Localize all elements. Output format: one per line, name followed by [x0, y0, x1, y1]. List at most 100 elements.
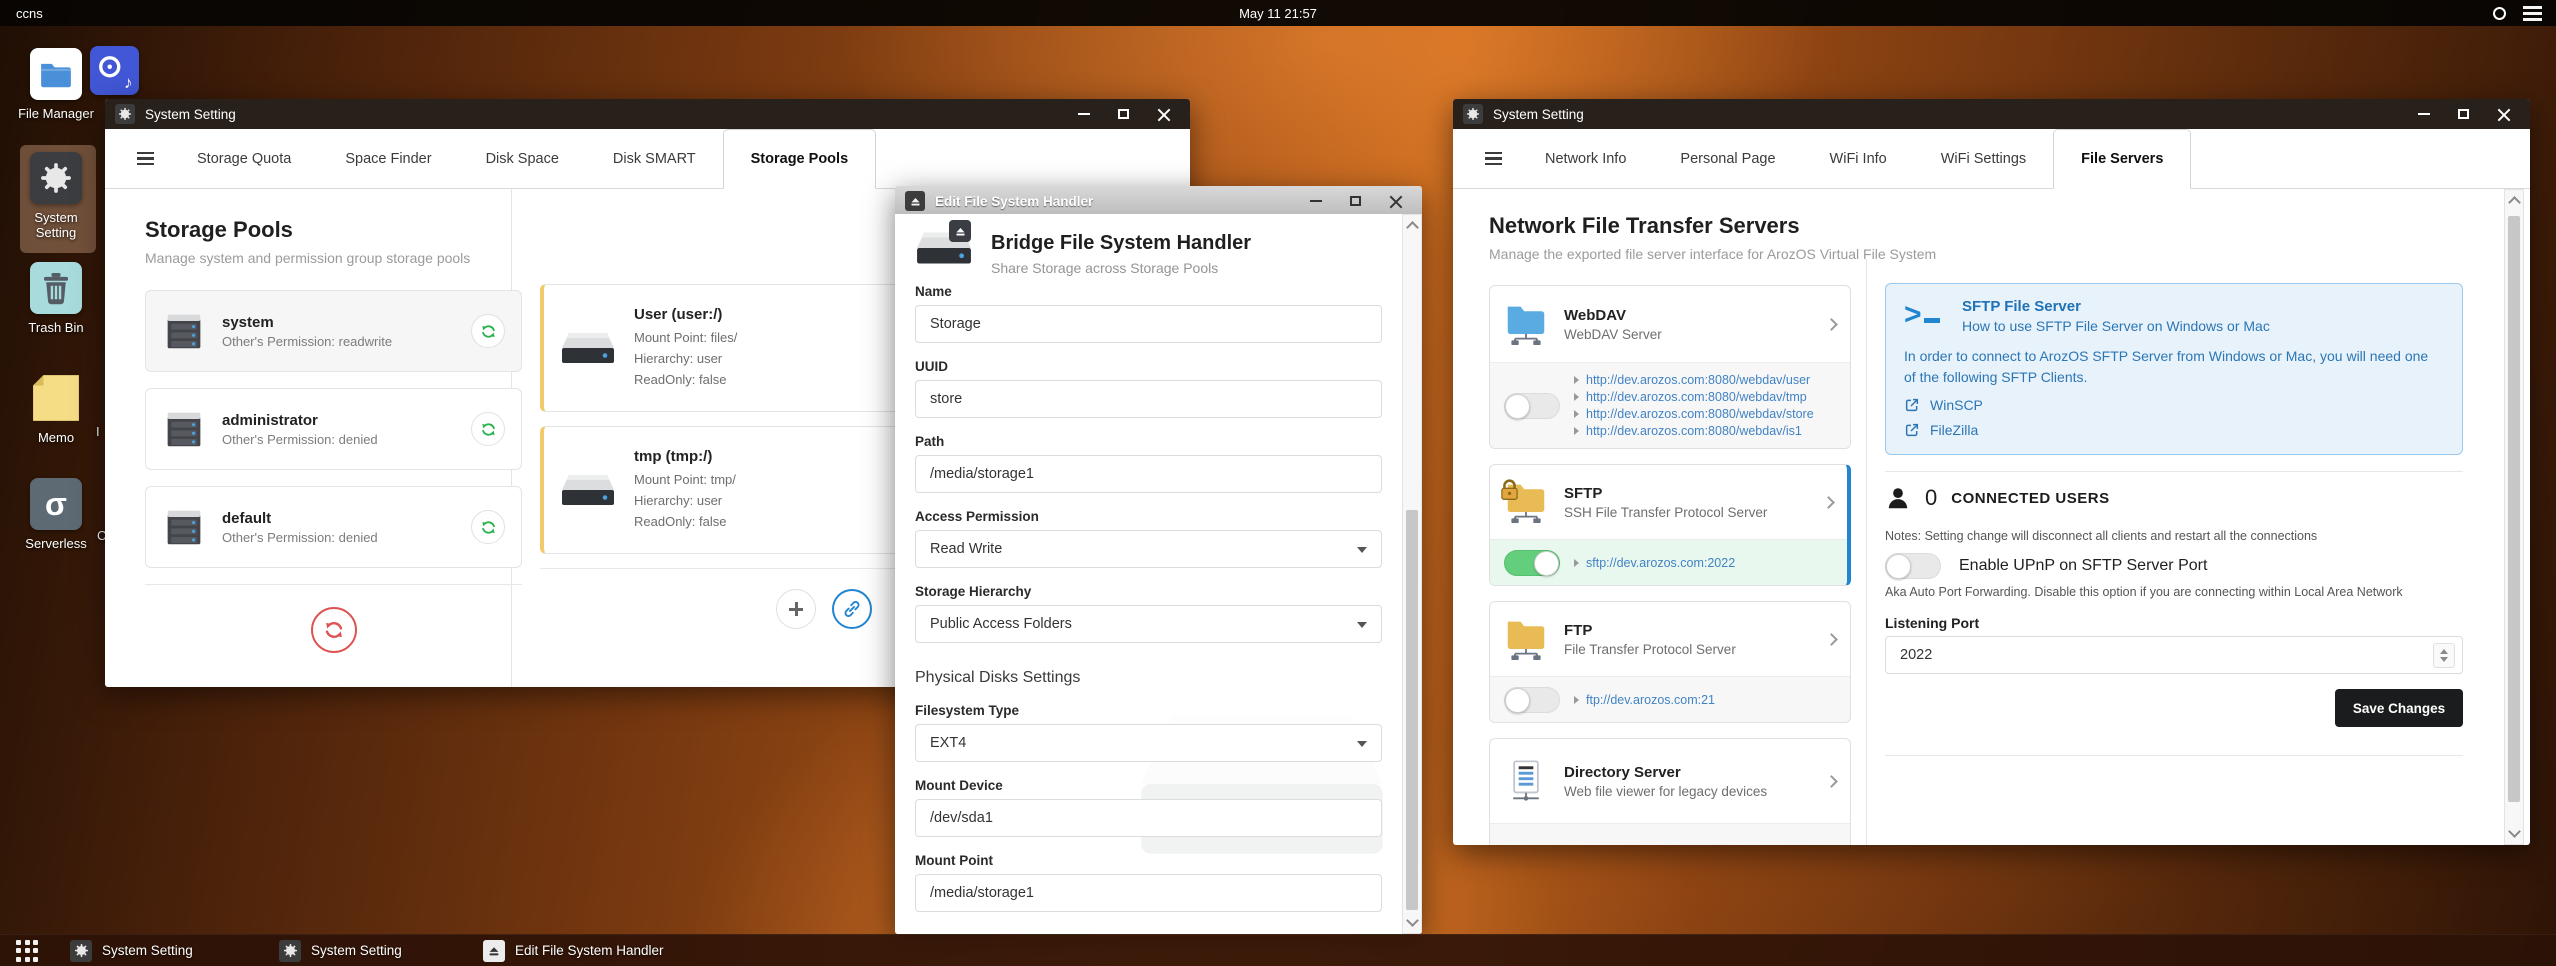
scroll-up-icon[interactable]	[2508, 196, 2521, 209]
scroll-down-icon[interactable]	[2508, 825, 2521, 838]
step-up-icon[interactable]	[2440, 649, 2448, 654]
tab-menu-icon[interactable]	[137, 151, 154, 166]
webdav-url-link[interactable]: http://dev.arozos.com:8080/webdav/is1	[1586, 424, 1802, 438]
desktop-icon-trash-bin[interactable]: Trash Bin	[18, 262, 94, 335]
scrollbar[interactable]	[1402, 214, 1422, 934]
maximize-button[interactable]	[2458, 109, 2469, 119]
tab-disk-smart[interactable]: Disk SMART	[586, 129, 723, 188]
sftp-toggle[interactable]	[1504, 549, 1560, 576]
app-launcher-icon[interactable]	[16, 939, 38, 962]
scroll-up-icon[interactable]	[1406, 221, 1419, 234]
uuid-input[interactable]	[916, 381, 1381, 417]
path-input[interactable]	[916, 456, 1381, 492]
tab-file-servers[interactable]: File Servers	[2053, 129, 2192, 189]
desktop-icon-serverless[interactable]: σ Serverless	[18, 478, 94, 551]
step-down-icon[interactable]	[2440, 657, 2448, 662]
pool-card-administrator[interactable]: administrator Other's Permission: denied	[145, 388, 522, 470]
ftp-toggle[interactable]	[1504, 686, 1560, 713]
taskbar-item-edit-fsh[interactable]: Edit File System Handler	[483, 935, 664, 966]
number-stepper[interactable]	[2433, 643, 2455, 668]
chevron-right-icon[interactable]	[1825, 632, 1838, 646]
webdav-url-link[interactable]: http://dev.arozos.com:8080/webdav/store	[1586, 407, 1814, 421]
tab-menu-icon[interactable]	[1485, 151, 1502, 166]
add-fsh-button[interactable]	[776, 589, 816, 629]
server-rack-icon	[162, 409, 206, 449]
minimize-button[interactable]	[1078, 113, 1090, 115]
connected-users-count: 0	[1925, 485, 1938, 510]
power-status-icon[interactable]	[2493, 6, 2506, 20]
desktop-icon-system-setting[interactable]: System Setting	[18, 152, 94, 240]
note-icon	[31, 373, 81, 423]
mount-card-user[interactable]: User (user:/) Mount Point: files/ Hierar…	[540, 284, 912, 412]
page-title: Network File Transfer Servers	[1489, 213, 1800, 238]
minimize-button[interactable]	[1310, 200, 1322, 202]
webdav-toggle[interactable]	[1504, 392, 1560, 419]
listening-port-input[interactable]	[1886, 637, 2462, 673]
access-permission-select[interactable]: Read Write	[915, 530, 1382, 568]
sync-pool-button[interactable]	[471, 510, 505, 544]
close-button[interactable]	[1389, 195, 1402, 208]
top-menu-icon[interactable]	[2523, 5, 2542, 21]
info-subtitle: How to use SFTP File Server on Windows o…	[1962, 318, 2270, 334]
taskbar: System Setting System Setting Edit File …	[0, 934, 2556, 966]
server-card-ftp[interactable]: FTP File Transfer Protocol Server ftp://…	[1489, 601, 1851, 723]
refresh-pools-button[interactable]	[310, 607, 357, 653]
mount-device-input[interactable]	[916, 800, 1381, 836]
tab-space-finder[interactable]: Space Finder	[318, 129, 458, 188]
chevron-right-icon[interactable]	[1822, 495, 1835, 509]
tab-disk-space[interactable]: Disk Space	[459, 129, 586, 188]
maximize-button[interactable]	[1350, 196, 1361, 206]
scrollbar[interactable]	[2504, 189, 2524, 845]
chevron-right-icon[interactable]	[1825, 774, 1838, 788]
tab-storage-quota[interactable]: Storage Quota	[170, 129, 318, 188]
server-card-sftp[interactable]: SFTP SSH File Transfer Protocol Server s…	[1489, 464, 1851, 586]
sigma-icon: σ	[45, 485, 67, 522]
client-link-winscp[interactable]: WinSCP	[1904, 397, 2444, 413]
close-button[interactable]	[2497, 108, 2510, 121]
person-icon	[1885, 485, 1911, 511]
tab-network-info[interactable]: Network Info	[1518, 129, 1653, 188]
upnp-toggle[interactable]	[1885, 553, 1941, 579]
title-bar[interactable]: Edit File System Handler	[895, 186, 1422, 216]
sync-pool-button[interactable]	[471, 412, 505, 446]
tab-personal-page[interactable]: Personal Page	[1653, 129, 1802, 188]
scrollbar-thumb[interactable]	[2508, 216, 2520, 802]
ftp-url-link[interactable]: ftp://dev.arozos.com:21	[1586, 693, 1715, 707]
tab-wifi-info[interactable]: WiFi Info	[1803, 129, 1914, 188]
save-changes-button[interactable]: Save Changes	[2335, 689, 2463, 727]
taskbar-item-system-setting-1[interactable]: System Setting	[70, 935, 193, 966]
tab-wifi-settings[interactable]: WiFi Settings	[1914, 129, 2053, 188]
server-card-webdav[interactable]: WebDAV WebDAV Server http://dev.arozos.c…	[1489, 285, 1851, 449]
tab-bar: Storage Quota Space Finder Disk Space Di…	[105, 129, 1190, 189]
maximize-button[interactable]	[1118, 109, 1129, 119]
filesystem-type-select[interactable]: EXT4	[915, 724, 1382, 762]
scrollbar-thumb[interactable]	[1406, 510, 1418, 910]
name-input[interactable]	[916, 306, 1381, 342]
desktop-icon-memo[interactable]: Memo	[18, 372, 94, 445]
minimize-button[interactable]	[2418, 113, 2430, 115]
close-button[interactable]	[1157, 108, 1170, 121]
column-divider	[1866, 259, 1867, 845]
title-bar[interactable]: System Setting	[1453, 99, 2530, 129]
bridge-fsh-button[interactable]	[832, 589, 872, 629]
title-bar[interactable]: System Setting	[105, 99, 1190, 129]
pool-card-default[interactable]: default Other's Permission: denied	[145, 486, 522, 568]
storage-hierarchy-select[interactable]: Public Access Folders	[915, 605, 1382, 643]
sftp-url-link[interactable]: sftp://dev.arozos.com:2022	[1586, 556, 1735, 570]
tab-bar: Network Info Personal Page WiFi Info WiF…	[1453, 129, 2530, 189]
desktop-icon-music[interactable]: ♪	[79, 46, 149, 95]
scroll-down-icon[interactable]	[1406, 914, 1419, 927]
taskbar-item-system-setting-2[interactable]: System Setting	[279, 935, 402, 966]
server-card-directory[interactable]: Directory Server Web file viewer for leg…	[1489, 738, 1851, 845]
window-title: System Setting	[1493, 106, 1584, 122]
sync-pool-button[interactable]	[471, 314, 505, 348]
webdav-url-link[interactable]: http://dev.arozos.com:8080/webdav/tmp	[1586, 390, 1807, 404]
pool-card-system[interactable]: system Other's Permission: readwrite	[145, 290, 522, 372]
mount-point-input[interactable]	[916, 875, 1381, 911]
mount-card-tmp[interactable]: tmp (tmp:/) Mount Point: tmp/ Hierarchy:…	[540, 426, 912, 554]
client-link-filezilla[interactable]: FileZilla	[1904, 422, 2444, 438]
webdav-url-link[interactable]: http://dev.arozos.com:8080/webdav/user	[1586, 373, 1810, 387]
chevron-right-icon[interactable]	[1825, 317, 1838, 331]
terminal-icon: >	[1904, 298, 1944, 336]
tab-storage-pools[interactable]: Storage Pools	[722, 129, 877, 189]
